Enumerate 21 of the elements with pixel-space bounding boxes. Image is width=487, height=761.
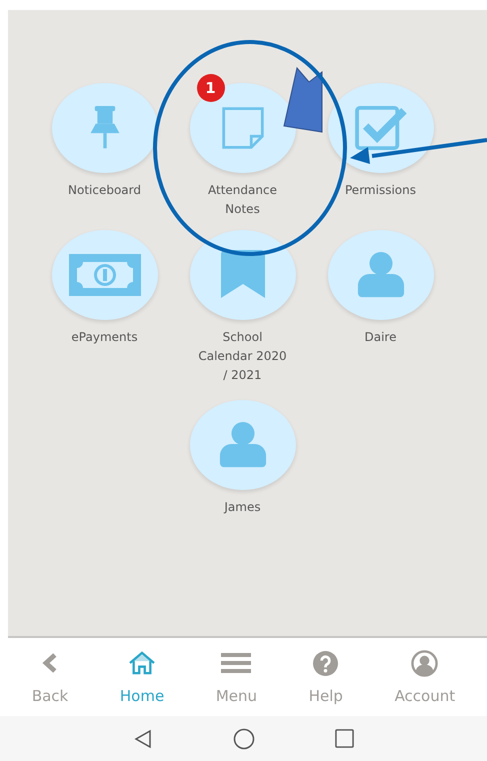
checkbox-icon (354, 105, 408, 151)
bookmark-icon (218, 250, 266, 300)
notification-badge: 1 (196, 74, 224, 102)
tile-label[interactable]: School Calendar 2020 / 2021 (194, 328, 290, 385)
callout-shape (283, 66, 322, 133)
home-icon[interactable] (233, 728, 255, 750)
banknote-icon (68, 254, 140, 296)
note-icon (220, 105, 266, 151)
person-icon (356, 250, 404, 300)
account-icon (411, 650, 438, 676)
help-icon (313, 650, 338, 676)
tile-label[interactable]: James (224, 498, 261, 517)
tile-label[interactable]: Attendance Notes (194, 181, 290, 219)
tile-label[interactable]: Daire (364, 328, 396, 347)
recents-icon[interactable] (335, 729, 354, 748)
tile-label[interactable]: ePayments (71, 328, 138, 347)
back-icon[interactable] (133, 728, 153, 748)
home-icon (128, 650, 156, 676)
tile-label[interactable]: Permissions (345, 181, 416, 200)
person-icon (218, 420, 266, 470)
tile-label[interactable]: Noticeboard (68, 181, 141, 200)
